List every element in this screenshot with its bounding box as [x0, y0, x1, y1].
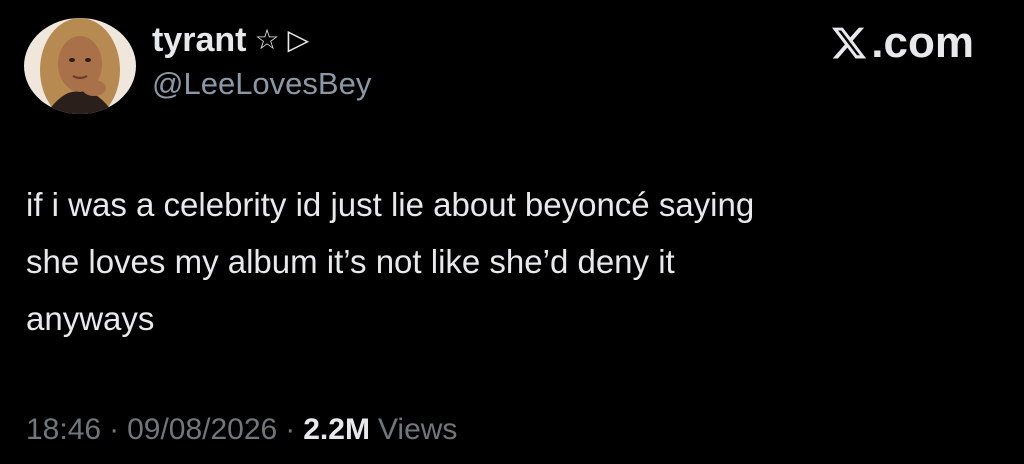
author-display-name[interactable]: tyrant [152, 20, 246, 60]
avatar[interactable] [24, 18, 136, 114]
x-logo-icon [832, 27, 867, 59]
star-icon: ☆ [254, 23, 280, 56]
avatar-image [24, 18, 136, 114]
tweet-meta: 18:46 · 09/08/2026 · 2.2M Views [26, 410, 457, 450]
play-triangle-icon: ▷ [287, 23, 310, 56]
meta-separator: · [285, 413, 296, 446]
x-logo-text: .com [871, 18, 974, 67]
meta-separator: · [109, 413, 120, 446]
author-handle[interactable]: @LeeLovesBey [152, 64, 371, 104]
tweet-date[interactable]: 09/08/2026 [127, 410, 277, 450]
x-logo[interactable]: .com [830, 18, 974, 68]
tweet-time[interactable]: 18:46 [26, 410, 101, 450]
views-label: Views [377, 413, 458, 446]
author-name-row: tyrant ☆ ▷ [152, 20, 309, 60]
tweet-card: tyrant ☆ ▷ @LeeLovesBey .com if i was a … [0, 0, 1024, 464]
tweet-text: if i was a celebrity id just lie about b… [26, 186, 755, 337]
views-count[interactable]: 2.2M [303, 410, 370, 450]
